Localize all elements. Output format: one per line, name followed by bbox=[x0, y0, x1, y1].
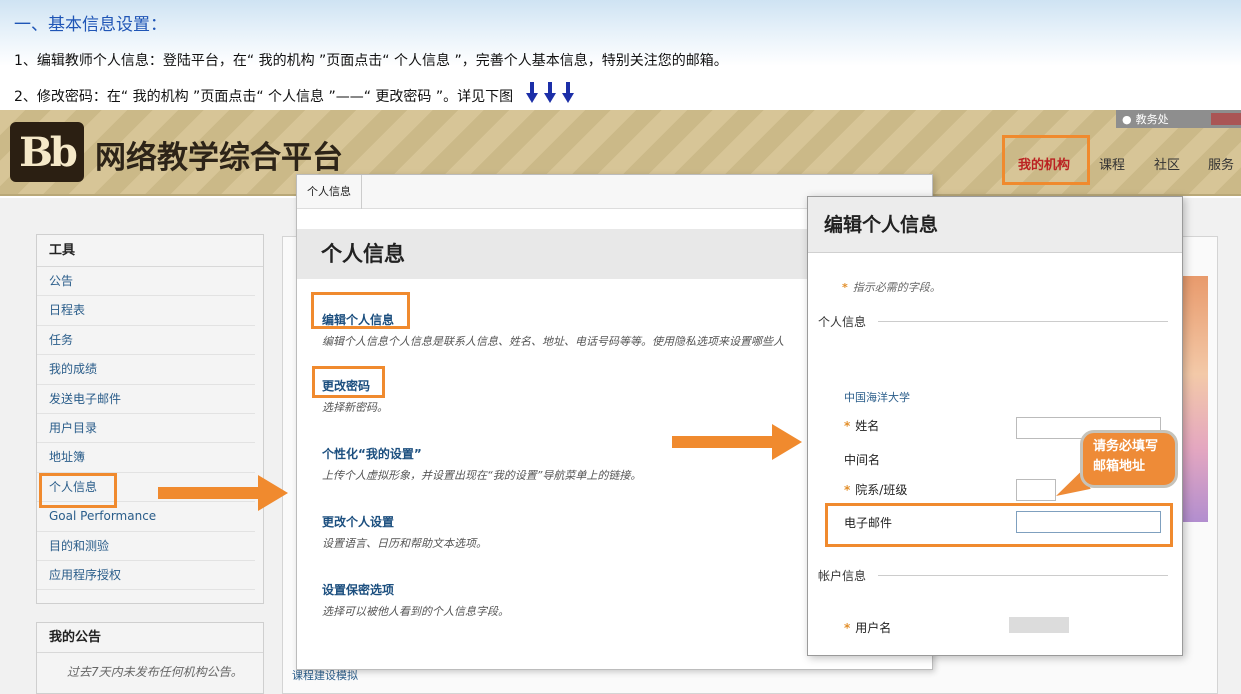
user-icon: ● bbox=[1122, 112, 1132, 126]
highlight-change-password bbox=[312, 366, 385, 398]
department-label: * 院系/班级 bbox=[844, 481, 907, 498]
down-arrow-icon bbox=[543, 82, 556, 104]
tab-services[interactable]: 服务 bbox=[1208, 154, 1234, 173]
callout-line-2: 邮箱地址 bbox=[1093, 459, 1146, 474]
down-arrow-icon bbox=[525, 82, 538, 104]
arrow-head bbox=[772, 424, 802, 460]
email-reminder-callout: 请务必填写 邮箱地址 bbox=[1080, 430, 1178, 488]
tools-list: 公告 日程表 任务 我的成绩 发送电子邮件 用户目录 地址簿 个人信息 Goal… bbox=[37, 267, 263, 591]
tool-goals-tests[interactable]: 目的和测验 bbox=[37, 532, 255, 561]
announcements-panel: 我的公告 过去7天内未发布任何机构公告。 bbox=[36, 622, 264, 694]
username-label: * 用户名 bbox=[844, 619, 891, 636]
edit-personal-info-window: 编辑个人信息 * 指示必需的字段。 个人信息 中国海洋大学 * 姓名 中间名 * 院系… bbox=[807, 196, 1183, 656]
down-arrow-icon bbox=[561, 82, 574, 104]
down-arrows bbox=[525, 82, 574, 104]
required-asterisk-icon: * bbox=[844, 483, 851, 497]
instruction-line-2-text: 2、修改密码：在“ 我的机构 ”页面点击“ 个人信息 ”——“ 更改密码 ”。详… bbox=[14, 89, 514, 105]
platform-title: 网络教学综合平台 bbox=[95, 140, 343, 176]
highlight-edit-personal-info bbox=[311, 292, 410, 329]
tool-my-grades[interactable]: 我的成绩 bbox=[37, 355, 255, 385]
blackboard-logo[interactable]: Bb bbox=[10, 122, 84, 182]
right-arrow-icon bbox=[158, 475, 288, 511]
institution-name: 中国海洋大学 bbox=[844, 391, 910, 404]
name-label-text: 姓名 bbox=[855, 419, 880, 433]
tool-announcements[interactable]: 公告 bbox=[37, 267, 255, 297]
required-fields-note: * 指示必需的字段。 bbox=[842, 279, 941, 295]
instruction-line-2: 2、修改密码：在“ 我的机构 ”页面点击“ 个人信息 ”——“ 更改密码 ”。详… bbox=[14, 82, 574, 106]
user-menu[interactable]: ● 教务处 bbox=[1116, 110, 1241, 128]
tools-panel: 工具 公告 日程表 任务 我的成绩 发送电子邮件 用户目录 地址簿 个人信息 G… bbox=[36, 234, 264, 604]
highlight-my-institution bbox=[1002, 135, 1090, 185]
department-field[interactable] bbox=[1016, 479, 1056, 501]
username-value-redacted bbox=[1009, 617, 1069, 633]
right-arrow-icon bbox=[672, 424, 804, 460]
tab-community[interactable]: 社区 bbox=[1154, 154, 1180, 173]
required-asterisk-icon: * bbox=[844, 419, 851, 433]
tool-address-book[interactable]: 地址簿 bbox=[37, 443, 255, 473]
department-label-text: 院系/班级 bbox=[855, 483, 908, 497]
decorative-banner-image bbox=[1180, 276, 1208, 522]
arrow-shaft bbox=[672, 436, 774, 448]
announcements-empty-text: 过去7天内未发布任何机构公告。 bbox=[67, 665, 243, 679]
highlight-email-row bbox=[825, 503, 1173, 547]
callout-line-1: 请务必填写 bbox=[1093, 439, 1159, 454]
edit-window-title: 编辑个人信息 bbox=[808, 197, 1182, 253]
required-note-text: 指示必需的字段。 bbox=[852, 281, 941, 294]
tab-courses[interactable]: 课程 bbox=[1099, 154, 1125, 173]
middle-name-label: 中间名 bbox=[844, 453, 881, 467]
name-label: * 姓名 bbox=[844, 417, 879, 434]
arrow-head bbox=[258, 475, 288, 511]
tool-tasks[interactable]: 任务 bbox=[37, 326, 255, 356]
instruction-header: 一、基本信息设置： 1、编辑教师个人信息：登陆平台，在“ 我的机构 ”页面点击“… bbox=[0, 0, 1241, 110]
tool-app-authorization[interactable]: 应用程序授权 bbox=[37, 561, 255, 591]
highlight-personal-info bbox=[39, 473, 117, 508]
announcements-heading: 我的公告 bbox=[37, 623, 263, 653]
tools-heading: 工具 bbox=[37, 235, 263, 267]
section-personal-info: 个人信息 bbox=[818, 315, 1169, 329]
breadcrumb-personal-info[interactable]: 个人信息 bbox=[307, 175, 362, 209]
required-asterisk-icon: * bbox=[842, 281, 848, 294]
required-asterisk-icon: * bbox=[844, 621, 851, 635]
tool-calendar[interactable]: 日程表 bbox=[37, 296, 255, 326]
username-label-text: 用户名 bbox=[855, 621, 892, 635]
arrow-shaft bbox=[158, 487, 260, 499]
instruction-title: 一、基本信息设置： bbox=[14, 15, 167, 35]
user-label: 教务处 bbox=[1135, 113, 1169, 126]
instruction-line-1: 1、编辑教师个人信息：登陆平台，在“ 我的机构 ”页面点击“ 个人信息 ”，完善… bbox=[14, 53, 728, 69]
section-account-info: 帐户信息 bbox=[818, 569, 1169, 583]
user-menu-toggle[interactable] bbox=[1211, 113, 1241, 125]
tool-send-email[interactable]: 发送电子邮件 bbox=[37, 385, 255, 414]
tool-user-directory[interactable]: 用户目录 bbox=[37, 414, 255, 444]
